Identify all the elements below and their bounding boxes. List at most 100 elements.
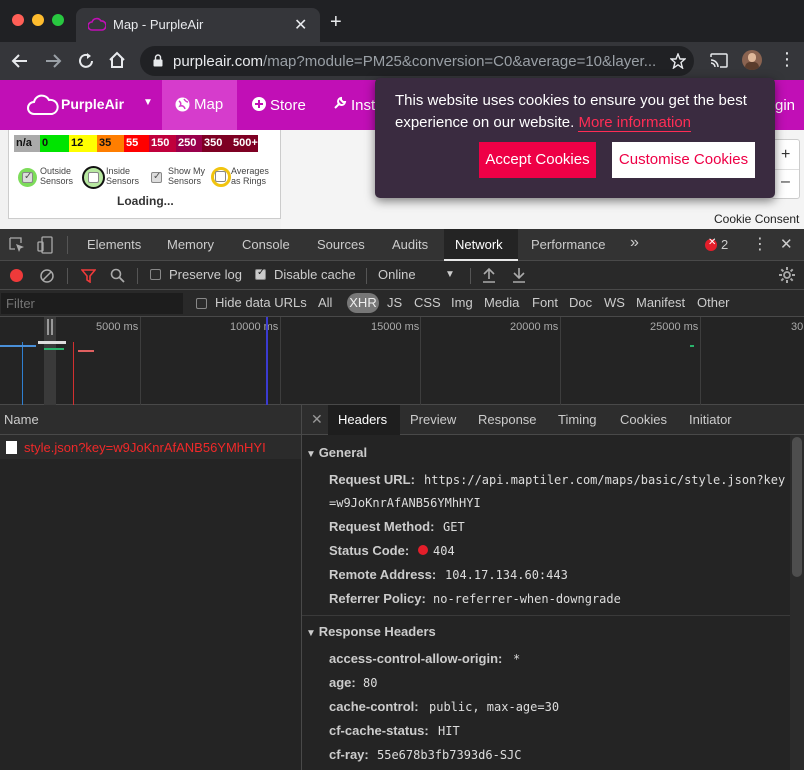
timeline-selection-handle[interactable] [44,317,56,405]
search-icon[interactable] [110,268,125,283]
clear-log-icon[interactable] [40,269,54,283]
hide-data-urls-checkbox[interactable] [196,298,207,309]
tab-audits[interactable]: Audits [392,237,428,252]
error-icon[interactable]: ✕ [705,237,717,251]
type-filter-css[interactable]: CSS [414,295,441,310]
tab-elements[interactable]: Elements [87,237,141,252]
type-filter-ws[interactable]: WS [604,295,625,310]
tab-network[interactable]: Network [444,229,518,261]
devtools-menu-icon[interactable]: ⋮ [752,234,768,254]
scale-cell: 500+ [231,135,258,152]
tab-performance[interactable]: Performance [531,237,605,252]
show-my-sensors-checkbox[interactable]: ✓ [151,171,162,183]
forward-arrow-icon[interactable] [44,52,62,70]
nav-login-link[interactable]: gin [775,97,795,114]
record-button[interactable] [10,269,23,282]
brand-dropdown-caret-icon[interactable]: ▼ [143,97,153,108]
header-value: public, max-age=30 [429,700,560,714]
inside-sensors-toggle[interactable] [82,166,105,189]
close-detail-icon[interactable]: ✕ [311,411,323,428]
home-icon[interactable] [108,51,126,69]
detail-tab-cookies[interactable]: Cookies [620,412,667,427]
customise-cookies-button[interactable]: Customise Cookies [612,142,755,178]
detail-scrollbar[interactable] [790,435,804,770]
more-information-link[interactable]: More information [578,114,691,132]
averages-as-rings-toggle[interactable] [211,167,231,187]
detail-tab-timing[interactable]: Timing [558,412,597,427]
type-filter-media[interactable]: Media [484,295,519,310]
detail-tab-initiator[interactable]: Initiator [689,412,732,427]
type-filter-all[interactable]: All [318,295,332,310]
outside-sensors-toggle[interactable]: ✓ [18,168,37,187]
tab-memory[interactable]: Memory [167,237,214,252]
back-arrow-icon[interactable] [11,52,29,70]
inspect-element-icon[interactable] [9,237,25,253]
zoom-in-button[interactable]: + [781,146,790,164]
type-filter-js[interactable]: JS [387,295,402,310]
disable-cache-checkbox[interactable]: ✓ [255,267,266,280]
preserve-log-checkbox[interactable] [150,269,161,280]
close-devtools-icon[interactable]: ✕ [780,235,793,253]
bookmark-star-icon[interactable] [670,53,686,69]
outside-sensors-checkbox[interactable]: ✓ [22,171,33,183]
detail-scrollbar-thumb[interactable] [792,437,802,577]
request-bar [44,348,64,350]
type-filter-img[interactable]: Img [451,295,473,310]
device-toolbar-icon[interactable] [37,236,54,254]
lock-icon[interactable] [153,54,163,67]
type-filter-font[interactable]: Font [532,295,558,310]
wrench-icon[interactable] [333,96,347,110]
purpleair-brand[interactable]: PurpleAir [61,96,124,112]
address-bar[interactable]: purpleair.com/map?module=PM25&conversion… [140,46,694,76]
export-har-icon[interactable] [512,267,526,283]
cookie-consent-link[interactable]: Cookie Consent [714,212,799,226]
reload-icon[interactable] [77,52,95,70]
detail-tab-preview[interactable]: Preview [410,412,456,427]
request-row[interactable]: style.json?key=w9JoKnrAfANB56YMhHYI [0,435,301,459]
name-column-header[interactable]: Name [4,412,39,427]
profile-avatar[interactable] [742,50,762,70]
request-bar [38,341,66,344]
new-tab-button[interactable]: + [330,12,342,32]
browser-tab[interactable]: Map - PurpleAir ✕ [76,8,320,42]
filter-input[interactable] [1,293,183,314]
minimize-window-button[interactable] [32,14,44,26]
averages-label-1: Averages [231,166,269,176]
load-event-marker [73,342,74,405]
scale-cell: 150 [149,135,176,152]
throttling-dropdown-icon[interactable]: ▼ [445,269,455,280]
zoom-out-button[interactable]: – [781,173,790,191]
type-filter-other[interactable]: Other [697,295,730,310]
show-my-sensors-label-2: Sensors [168,176,202,186]
averages-as-rings-checkbox[interactable] [215,171,226,182]
detail-tab-response[interactable]: Response [478,412,537,427]
plus-circle-icon[interactable] [252,97,266,111]
nav-store-link[interactable]: Store [270,97,306,114]
accept-cookies-button[interactable]: Accept Cookies [479,142,596,178]
response-headers-section-toggle[interactable]: ▼ Response Headers [306,624,436,639]
browser-menu-icon[interactable]: ⋮ [778,49,796,69]
purpleair-cloud-logo-icon[interactable] [27,94,59,116]
detail-tab-headers[interactable]: Headers [328,405,400,435]
network-settings-gear-icon[interactable] [778,266,796,284]
type-filter-doc[interactable]: Doc [569,295,592,310]
cast-icon[interactable] [710,53,728,68]
tab-console[interactable]: Console [242,237,290,252]
more-tabs-button[interactable]: » [630,234,639,252]
general-section-toggle[interactable]: ▼ General [306,445,367,460]
maximize-window-button[interactable] [52,14,64,26]
tab-sources[interactable]: Sources [317,237,365,252]
type-filter-xhr[interactable]: XHR [347,293,379,313]
error-count[interactable]: 2 [721,237,728,252]
network-timeline-overview[interactable]: 5000 ms 10000 ms 15000 ms 20000 ms 25000… [0,317,804,405]
referrer-policy-value: no-referrer-when-downgrade [433,592,621,606]
type-filter-manifest[interactable]: Manifest [636,295,685,310]
close-window-button[interactable] [12,14,24,26]
inside-sensors-checkbox[interactable] [88,172,99,183]
cookie-message: This website uses cookies to ensure you … [395,90,755,134]
tab-close-icon[interactable]: ✕ [294,15,307,35]
import-har-icon[interactable] [482,267,496,283]
filter-funnel-icon[interactable] [81,269,96,283]
throttling-select[interactable]: Online [378,267,416,282]
nav-map-tab[interactable]: Map [162,80,237,130]
